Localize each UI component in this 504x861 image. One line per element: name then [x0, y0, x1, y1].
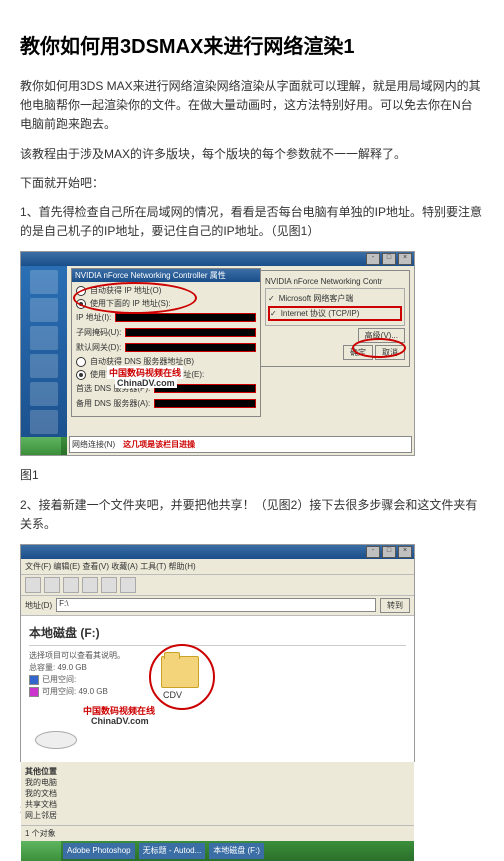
highlight-ellipse: [149, 644, 215, 710]
up-icon[interactable]: [63, 577, 79, 593]
folder-name[interactable]: CDV: [163, 690, 182, 700]
window-titlebar: - □ ×: [21, 545, 414, 559]
proto-item-tcpip[interactable]: Internet 协议 (TCP/IP): [281, 308, 360, 319]
figure-1-screenshot: - □ × NVIDIA nForce Networking Controlle…: [20, 251, 415, 456]
step1-paragraph: 1、首先得检查自己所在局域网的情况，看看是否每台电脑有单独的IP地址。特别要注意…: [20, 203, 484, 241]
gateway-field-redacted[interactable]: [125, 343, 256, 352]
go-button[interactable]: 转到: [380, 598, 410, 613]
note-paragraph: 该教程由于涉及MAX的许多版块，每个版块的每个参数就不一一解释了。: [20, 145, 484, 164]
minimize-icon[interactable]: -: [366, 253, 380, 265]
used-space: 已用空间:: [42, 675, 76, 684]
label-gateway: 默认网关(D):: [76, 342, 121, 353]
radio-auto-dns[interactable]: [76, 357, 86, 367]
taskbar-item[interactable]: 无标题 - Autod...: [139, 843, 206, 859]
address-input[interactable]: F:\: [56, 598, 376, 612]
links-title: 其他位置: [25, 766, 410, 777]
link-item[interactable]: 我的电脑: [25, 777, 410, 788]
search-icon[interactable]: [82, 577, 98, 593]
window-titlebar: - □ ×: [21, 252, 414, 266]
begin-paragraph: 下面就开始吧：: [20, 174, 484, 193]
back-icon[interactable]: [25, 577, 41, 593]
card-label: NVIDIA nForce Networking Contr: [265, 277, 382, 286]
taskbar: Adobe Photoshop 无标题 - Autod... 本地磁盘 (F:): [21, 841, 414, 861]
desktop-icon[interactable]: [30, 326, 58, 350]
free-space: 可用空间: 49.0 GB: [42, 687, 108, 696]
taskbar-item[interactable]: 本地磁盘 (F:): [209, 843, 264, 859]
forward-icon[interactable]: [44, 577, 60, 593]
label-ip: IP 地址(I):: [76, 312, 111, 323]
intro-paragraph: 教你如何用3DS MAX来进行网络渲染网络渲染从字面就可以理解，就是用局域网内的…: [20, 77, 484, 135]
label-dns2: 备用 DNS 服务器(A):: [76, 398, 150, 409]
drive-title: 本地磁盘 (F:): [29, 624, 406, 641]
taskbar: [21, 437, 67, 455]
ip-field-redacted[interactable]: [115, 313, 256, 322]
desktop-icon[interactable]: [30, 410, 58, 434]
toolbar: [21, 575, 414, 596]
proto-item[interactable]: Microsoft 网络客户端: [279, 293, 354, 304]
link-item[interactable]: 我的文档: [25, 788, 410, 799]
folders-icon[interactable]: [101, 577, 117, 593]
watermark-url: ChinaDV.com: [89, 716, 151, 726]
hint-text: 选择项目可以查看其说明。: [29, 650, 406, 661]
desktop-icon[interactable]: [30, 270, 58, 294]
tip-text: 这几项是该栏目进操: [123, 439, 195, 450]
menu-bar[interactable]: 文件(F) 编辑(E) 查看(V) 收藏(A) 工具(T) 帮助(H): [21, 559, 414, 575]
link-item[interactable]: 网上邻居: [25, 810, 410, 821]
desktop-startmenu: [21, 266, 67, 455]
disk-pie-icon: [35, 731, 77, 749]
radio-manual-dns[interactable]: [76, 370, 86, 380]
label-mask: 子网掩码(U):: [76, 327, 121, 338]
status-bar: 1 个对象: [21, 825, 414, 841]
watermark-url: ChinaDV.com: [115, 378, 177, 388]
figure-2-screenshot: - □ × 文件(F) 编辑(E) 查看(V) 收藏(A) 工具(T) 帮助(H…: [20, 544, 415, 762]
mask-field-redacted[interactable]: [125, 328, 256, 337]
desktop-icon[interactable]: [30, 354, 58, 378]
minimize-icon[interactable]: -: [366, 546, 380, 558]
figure1-label: 图1: [20, 466, 484, 485]
desktop-icon[interactable]: [30, 382, 58, 406]
tray-network-item[interactable]: 网络连接(N): [72, 439, 115, 450]
step2-paragraph: 2、接着新建一个文件夹吧，并要把他共享！（见图2）接下去很多步骤会和这文件夹有关…: [20, 496, 484, 534]
close-icon[interactable]: ×: [398, 546, 412, 558]
address-label: 地址(D): [25, 600, 52, 611]
start-button[interactable]: [21, 437, 61, 455]
desktop-icon[interactable]: [30, 298, 58, 322]
start-button[interactable]: [21, 841, 61, 861]
dns2-field-redacted[interactable]: [154, 399, 256, 408]
dialog-title: NVIDIA nForce Networking Controller 属性: [72, 269, 260, 282]
maximize-icon[interactable]: □: [382, 253, 396, 265]
taskbar-item[interactable]: Adobe Photoshop: [63, 843, 135, 859]
page-title: 教你如何用3DSMAX来进行网络渲染1: [20, 30, 484, 59]
link-item[interactable]: 共享文档: [25, 799, 410, 810]
close-icon[interactable]: ×: [398, 253, 412, 265]
maximize-icon[interactable]: □: [382, 546, 396, 558]
capacity-text: 总容量: 49.0 GB: [29, 662, 406, 673]
views-icon[interactable]: [120, 577, 136, 593]
